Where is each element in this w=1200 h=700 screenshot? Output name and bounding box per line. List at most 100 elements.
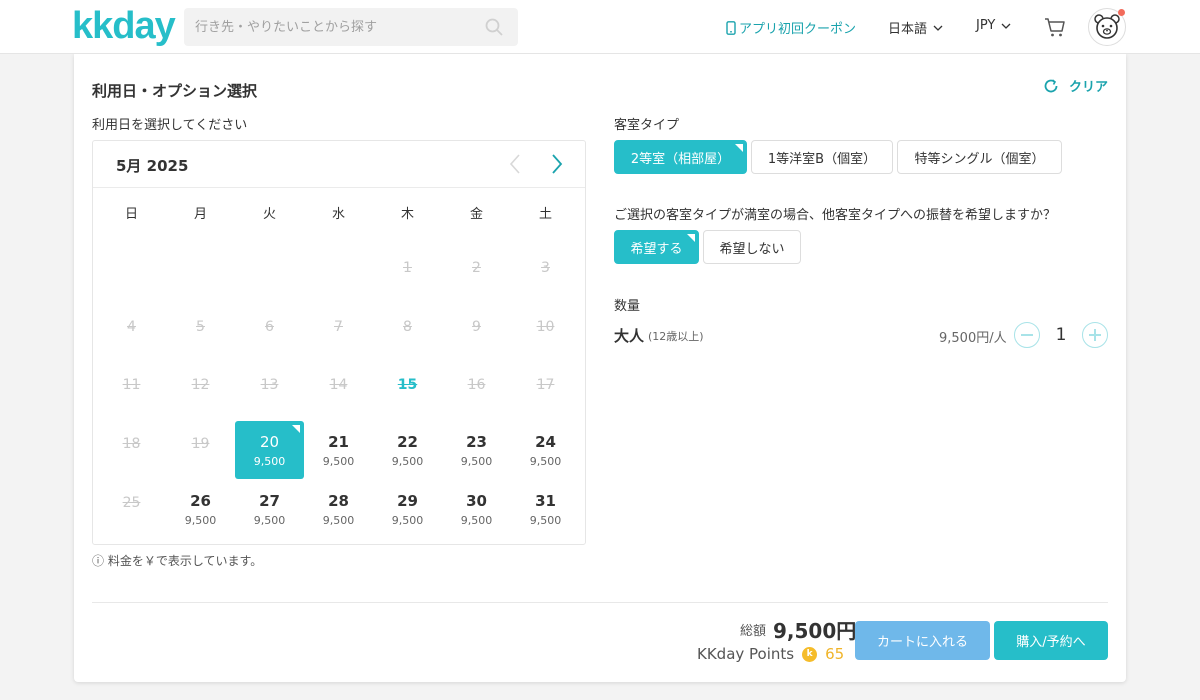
day-price: 9,500 [391,514,424,527]
room-option-western-b[interactable]: 1等洋室B（個室） [751,140,893,174]
date-select-label: 利用日を選択してください [92,118,248,133]
calendar-day: 12 [166,362,235,420]
calendar-day[interactable]: 28 9,500 [304,480,373,538]
transfer-option-no[interactable]: 希望しない [703,230,801,264]
top-header: kkday アプリ初回クーポン 日本語 JPY [0,0,1200,54]
day-number: 11 [122,377,141,393]
day-number: 9 [472,319,481,335]
calendar-day: 19 [166,421,235,479]
calendar-day-selected[interactable]: 20 9,500 [235,421,304,479]
weekday-label: 金 [469,207,483,222]
calendar-day[interactable]: 23 9,500 [442,421,511,479]
clear-button[interactable]: クリア [1043,76,1108,95]
day-number: 31 [535,492,556,510]
day-number: 2 [472,260,481,276]
add-to-cart-button[interactable]: カートに入れる [855,621,990,660]
currency-selector[interactable]: JPY [976,18,1011,33]
total-label: 総額 [740,624,767,639]
calendar-day: 6 [235,304,304,362]
footer-divider [92,602,1108,603]
calendar-day: 1 [373,245,442,303]
app-coupon-link[interactable]: アプリ初回クーポン [726,18,856,37]
calendar-day[interactable]: 27 9,500 [235,480,304,538]
calendar-day: 11 [97,362,166,420]
section-title: 利用日・オプション選択 [92,82,258,100]
clear-label: クリア [1068,80,1108,95]
booking-card: 利用日・オプション選択 クリア 利用日を選択してください 5月 2025 日 月 火… [74,54,1126,682]
calendar-day: 8 [373,304,442,362]
book-now-button[interactable]: 購入/予約へ [994,621,1108,660]
calendar-day[interactable]: 21 9,500 [304,421,373,479]
day-number: 23 [466,433,487,451]
refresh-icon [1044,78,1058,92]
chevron-down-icon [933,25,943,31]
calendar-day: 17 [511,362,580,420]
chevron-right-icon[interactable] [549,153,565,175]
day-price: 9,500 [391,455,424,468]
day-price: 9,500 [322,514,355,527]
weekday-label: 土 [538,207,552,222]
calendar-day[interactable]: 26 9,500 [166,480,235,538]
day-price: 9,500 [460,455,493,468]
chevron-left-icon[interactable] [507,153,523,175]
day-number: 3 [541,260,550,276]
month-label: 5月 2025 [116,157,189,175]
day-number: 8 [403,319,412,335]
day-number: 25 [122,495,141,511]
calendar-day[interactable]: 31 9,500 [511,480,580,538]
weekday-row: 日月火水木金土 [93,203,585,223]
day-number: 13 [260,377,279,393]
calendar-day[interactable]: 30 9,500 [442,480,511,538]
calendar-day[interactable]: 29 9,500 [373,480,442,538]
calendar: 5月 2025 日月火水木金土 1 2 3 4 5 6 7 8 9 10 11 12 13 14 15 16 1… [92,140,586,545]
transfer-question: ご選択の客室タイプが満室の場合、他客室タイプへの振替を希望しますか？ [614,208,1057,223]
calendar-day: 16 [442,362,511,420]
calendar-day: 4 [97,304,166,362]
language-selector[interactable]: 日本語 [888,18,943,37]
quantity-decrease-button[interactable] [1014,322,1040,348]
calendar-day: 10 [511,304,580,362]
calendar-day[interactable]: 24 9,500 [511,421,580,479]
weekday-label: 水 [331,207,345,222]
calendar-day: 3 [511,245,580,303]
weekday-label: 日 [124,207,138,222]
notification-dot [1118,9,1125,16]
kkday-points: KKday Points k 65 [697,645,844,663]
adult-unit-price: 9,500円/人 [939,331,1007,346]
day-number: 29 [397,492,418,510]
calendar-day: 5 [166,304,235,362]
day-number: 12 [191,377,210,393]
day-number: 17 [536,377,555,393]
quantity-label: 数量 [614,299,641,314]
search-icon[interactable] [484,17,504,37]
day-number: 28 [328,492,349,510]
day-price: 9,500 [529,455,562,468]
adult-count: 1 [1055,325,1067,345]
room-type-label: 客室タイプ [614,118,680,133]
cart-icon[interactable] [1044,16,1066,38]
day-number: 30 [466,492,487,510]
day-number: 24 [535,433,556,451]
kkday-logo[interactable]: kkday [72,6,176,46]
calendar-day: 13 [235,362,304,420]
chevron-down-icon [1001,23,1011,29]
room-option-special-single[interactable]: 特等シングル（個室） [897,140,1062,174]
calendar-day[interactable]: 22 9,500 [373,421,442,479]
day-number: 5 [196,319,205,335]
adult-age-label: (12歳以上) [648,330,704,343]
day-price: 9,500 [184,514,217,527]
points-label: KKday Points [697,645,795,663]
day-price: 9,500 [253,455,286,468]
search-input[interactable] [184,8,474,46]
total-value: 9,500円 [773,619,857,643]
room-option-shared[interactable]: 2等室（相部屋） [614,140,747,174]
quantity-increase-button[interactable] [1082,322,1108,348]
weekday-label: 火 [262,207,276,222]
calendar-day: 18 [97,421,166,479]
calendar-day: 14 [304,362,373,420]
user-avatar[interactable] [1088,8,1126,46]
transfer-option-yes[interactable]: 希望する [614,230,699,264]
calendar-day: 2 [442,245,511,303]
day-number: 7 [334,319,343,335]
search-bar[interactable] [184,8,518,46]
